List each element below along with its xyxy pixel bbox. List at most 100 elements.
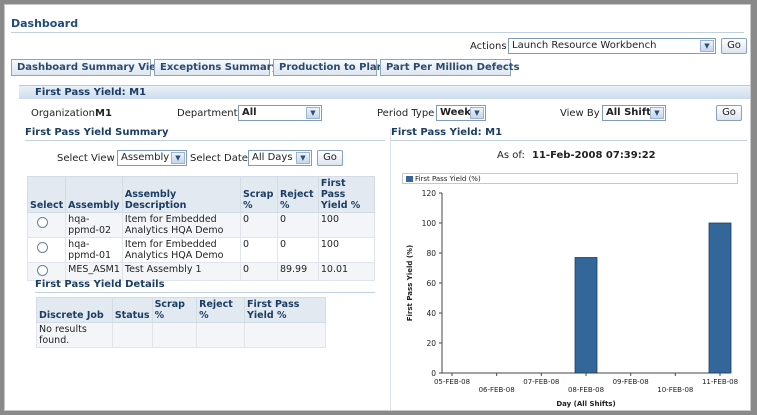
y-axis-label: First Pass Yield (%) xyxy=(406,245,414,322)
chevron-down-icon: ▼ xyxy=(306,107,320,119)
bar xyxy=(574,257,598,374)
description-cell: Item for Embedded Analytics HQA Demo xyxy=(121,237,242,263)
chevron-down-icon: ▼ xyxy=(650,107,664,119)
y-tick-label: 60 xyxy=(426,279,436,288)
empty-cell xyxy=(196,322,246,348)
y-tick-label: 0 xyxy=(431,369,436,378)
summary-go-button[interactable]: Go xyxy=(317,150,343,166)
actions-go-button[interactable]: Go xyxy=(721,38,747,54)
details-header-row: Discrete Job Status Scrap % Reject % Fir… xyxy=(36,297,326,323)
select-view-label: Select View xyxy=(57,153,115,164)
col-reject: Reject % xyxy=(276,176,319,213)
assembly-cell: hqa-ppmd-02 xyxy=(65,212,123,238)
tab-production-to-plan[interactable]: Production to Plan xyxy=(273,59,384,76)
as-of-value: 11-Feb-2008 07:39:22 xyxy=(532,150,656,161)
col-status: Status xyxy=(111,297,153,323)
department-label: Department xyxy=(177,108,238,119)
y-tick-label: 40 xyxy=(426,309,436,318)
title-divider xyxy=(11,32,744,33)
x-tick-label: 11-FEB-08 xyxy=(702,378,738,386)
fpy-cell: 100 xyxy=(317,237,376,263)
reject-cell: 0 xyxy=(276,237,319,263)
summary-table: Select Assembly Assembly Description Scr… xyxy=(26,176,376,281)
chart-panel-title: First Pass Yield: M1 xyxy=(391,127,747,141)
x-tick-label: 10-FEB-08 xyxy=(657,386,693,394)
select-date-label: Select Date xyxy=(190,153,248,164)
row-radio[interactable] xyxy=(37,242,48,253)
as-of-label: As of: xyxy=(497,150,525,161)
y-tick-label: 120 xyxy=(422,189,437,198)
empty-cell xyxy=(244,322,326,348)
chevron-down-icon: ▼ xyxy=(171,152,185,164)
table-row: hqa-ppmd-01 Item for Embedded Analytics … xyxy=(26,237,376,263)
row-select-cell xyxy=(26,262,67,281)
tab-exceptions-summary[interactable]: Exceptions Summary xyxy=(154,59,278,76)
y-tick-label: 80 xyxy=(426,249,436,258)
col-scrap: Scrap % xyxy=(240,176,278,213)
dashboard-page: Dashboard Actions Launch Resource Workbe… xyxy=(4,4,751,411)
details-table: Discrete Job Status Scrap % Reject % Fir… xyxy=(36,297,326,348)
bar xyxy=(708,222,732,374)
description-cell: Test Assembly 1 xyxy=(121,262,242,281)
empty-cell xyxy=(111,322,153,348)
scrap-cell: 0 xyxy=(240,212,278,238)
department-select-value: All xyxy=(242,107,257,118)
assembly-cell: hqa-ppmd-01 xyxy=(65,237,123,263)
row-select-cell xyxy=(26,237,67,263)
x-tick-label: 08-FEB-08 xyxy=(568,386,604,394)
chevron-down-icon: ▼ xyxy=(470,107,484,119)
row-radio[interactable] xyxy=(37,265,48,276)
select-view-select[interactable]: Assembly ▼ xyxy=(117,150,187,166)
table-row: hqa-ppmd-02 Item for Embedded Analytics … xyxy=(26,212,376,238)
description-cell: Item for Embedded Analytics HQA Demo xyxy=(121,212,242,238)
actions-select[interactable]: Launch Resource Workbench ▼ xyxy=(508,38,716,54)
reject-cell: 0 xyxy=(276,212,319,238)
row-radio[interactable] xyxy=(37,217,48,228)
x-axis-label: Day (All Shifts) xyxy=(556,400,615,408)
reject-cell: 89.99 xyxy=(276,262,319,281)
empty-message: No results found. xyxy=(36,322,113,348)
empty-cell xyxy=(151,322,198,348)
col-select: Select xyxy=(26,176,67,213)
panel-divider xyxy=(390,129,391,410)
col-fpy: First Pass Yield % xyxy=(317,176,376,213)
tab-part-per-million-defects[interactable]: Part Per Million Defects xyxy=(380,59,520,76)
table-row: MES_ASM1 Test Assembly 1 0 89.99 10.01 xyxy=(26,262,376,281)
y-tick-label: 20 xyxy=(426,339,436,348)
fpy-cell: 10.01 xyxy=(317,262,376,281)
col-scrap: Scrap % xyxy=(151,297,198,323)
select-date-value: All Days xyxy=(252,152,293,163)
tab-dashboard-summary-view[interactable]: Dashboard Summary View xyxy=(11,59,165,76)
col-fpy: First Pass Yield % xyxy=(244,297,326,323)
select-date-select[interactable]: All Days ▼ xyxy=(248,150,312,166)
chevron-down-icon: ▼ xyxy=(700,40,714,52)
x-tick-label: 09-FEB-08 xyxy=(613,378,649,386)
department-select[interactable]: All ▼ xyxy=(238,105,322,121)
view-by-select[interactable]: All Shifts ▼ xyxy=(602,105,666,121)
scrap-cell: 0 xyxy=(240,262,278,281)
col-discrete-job: Discrete Job xyxy=(36,297,113,323)
scrap-cell: 0 xyxy=(240,237,278,263)
view-by-label: View By xyxy=(560,108,600,119)
period-type-select[interactable]: Week ▼ xyxy=(436,105,486,121)
table-row: No results found. xyxy=(36,322,326,348)
details-section-title: First Pass Yield Details xyxy=(35,279,375,293)
summary-section-title: First Pass Yield Summary xyxy=(25,127,385,141)
row-select-cell xyxy=(26,212,67,238)
fpy-chart: First Pass Yield (%) 0 20 40 60 80 100 120 Firs… xyxy=(400,173,740,410)
chart-svg: 0 20 40 60 80 100 120 First Pass Yield (%) 05-FE… xyxy=(406,189,738,408)
section-band: First Pass Yield: M1 xyxy=(19,85,750,99)
actions-label: Actions xyxy=(470,41,507,52)
y-tick-label: 100 xyxy=(422,219,437,228)
period-type-select-value: Week xyxy=(440,107,471,118)
organization-label: Organization xyxy=(31,108,95,119)
actions-select-value: Launch Resource Workbench xyxy=(512,40,657,51)
x-tick-label: 06-FEB-08 xyxy=(479,386,515,394)
col-reject: Reject % xyxy=(196,297,246,323)
x-tick-label: 05-FEB-08 xyxy=(434,378,470,386)
summary-header-row: Select Assembly Assembly Description Scr… xyxy=(26,176,376,213)
filters-go-button[interactable]: Go xyxy=(716,105,742,121)
assembly-cell: MES_ASM1 xyxy=(65,262,123,281)
organization-value: M1 xyxy=(95,108,112,119)
period-type-label: Period Type xyxy=(377,108,435,119)
